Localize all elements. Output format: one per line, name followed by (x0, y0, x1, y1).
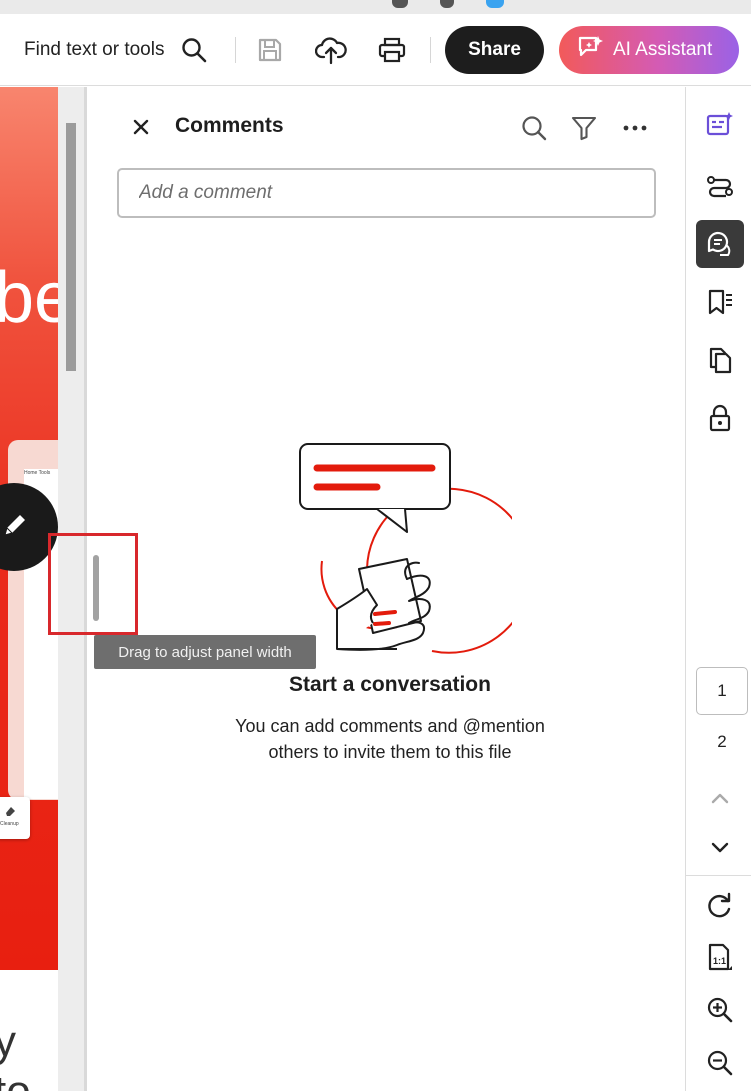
compare-icon[interactable] (696, 162, 744, 210)
document-mini-toolbar: Home Tools (24, 470, 51, 476)
chevron-up-icon[interactable] (696, 774, 744, 822)
top-toolbar: Find text or tools Share AI Assistant (0, 14, 751, 86)
ai-sparkle-icon (577, 34, 605, 66)
comments-title: Comments (175, 114, 284, 137)
scrollbar-thumb[interactable] (66, 123, 76, 371)
close-icon[interactable] (129, 115, 153, 139)
filter-icon[interactable] (569, 113, 599, 143)
ai-assistant-label: AI Assistant (613, 39, 713, 60)
share-button[interactable]: Share (445, 26, 544, 74)
more-options-icon[interactable] (620, 113, 650, 143)
document-heading-fragment: be (0, 258, 58, 338)
empty-state-line: others to invite them to this file (268, 742, 512, 762)
window-control-icon (486, 0, 504, 8)
zoom-out-icon[interactable] (696, 1039, 744, 1087)
rail-divider (686, 875, 751, 876)
ai-assistant-button[interactable]: AI Assistant (559, 26, 739, 74)
current-page-box[interactable]: 1 (696, 667, 748, 715)
right-rail: 1 2 1:1 (685, 87, 751, 1091)
bookmarks-icon[interactable] (696, 278, 744, 326)
empty-state-description: You can add comments and @mention others… (87, 713, 693, 765)
rotate-icon[interactable] (696, 881, 744, 929)
resize-grip[interactable] (93, 555, 99, 621)
zoom-in-icon[interactable] (696, 986, 744, 1034)
toolbar-divider (235, 37, 236, 63)
actual-size-icon[interactable]: 1:1 (696, 933, 744, 981)
window-control-icon (392, 0, 408, 8)
save-icon[interactable] (254, 34, 286, 66)
svg-text:1:1: 1:1 (713, 956, 726, 966)
search-icon[interactable] (178, 34, 210, 66)
comments-search-icon[interactable] (519, 113, 549, 143)
chevron-down-icon[interactable] (696, 824, 744, 872)
document-tool-card: Cleanup (0, 797, 30, 839)
pages-thumbnails-icon[interactable] (696, 336, 744, 384)
comments-rail-icon[interactable] (696, 220, 744, 268)
eraser-icon (6, 807, 15, 816)
next-page-number[interactable]: 2 (696, 727, 748, 757)
add-comment-input[interactable] (117, 168, 656, 218)
toolbar-divider (430, 37, 431, 63)
pencil-icon (0, 510, 30, 545)
find-text-label[interactable]: Find text or tools (24, 39, 164, 61)
lock-icon[interactable] (696, 394, 744, 442)
print-icon[interactable] (376, 34, 408, 66)
empty-state-title: Start a conversation (289, 673, 491, 696)
document-footer-fragment: y to (0, 1017, 31, 1091)
generative-summary-icon[interactable] (696, 100, 744, 148)
empty-state-line: You can add comments and @mention (235, 716, 545, 736)
top-strip (0, 0, 751, 14)
window-control-icon (440, 0, 454, 8)
resize-tooltip: Drag to adjust panel width (94, 635, 316, 669)
app-window: Find text or tools Share AI Assistant be… (0, 0, 751, 1091)
cloud-upload-icon[interactable] (315, 34, 347, 66)
document-tool-card-label: Cleanup (0, 821, 19, 827)
conversation-illustration (297, 439, 532, 664)
comments-panel: Comments Add a comment Start a conversat… (87, 87, 685, 1091)
